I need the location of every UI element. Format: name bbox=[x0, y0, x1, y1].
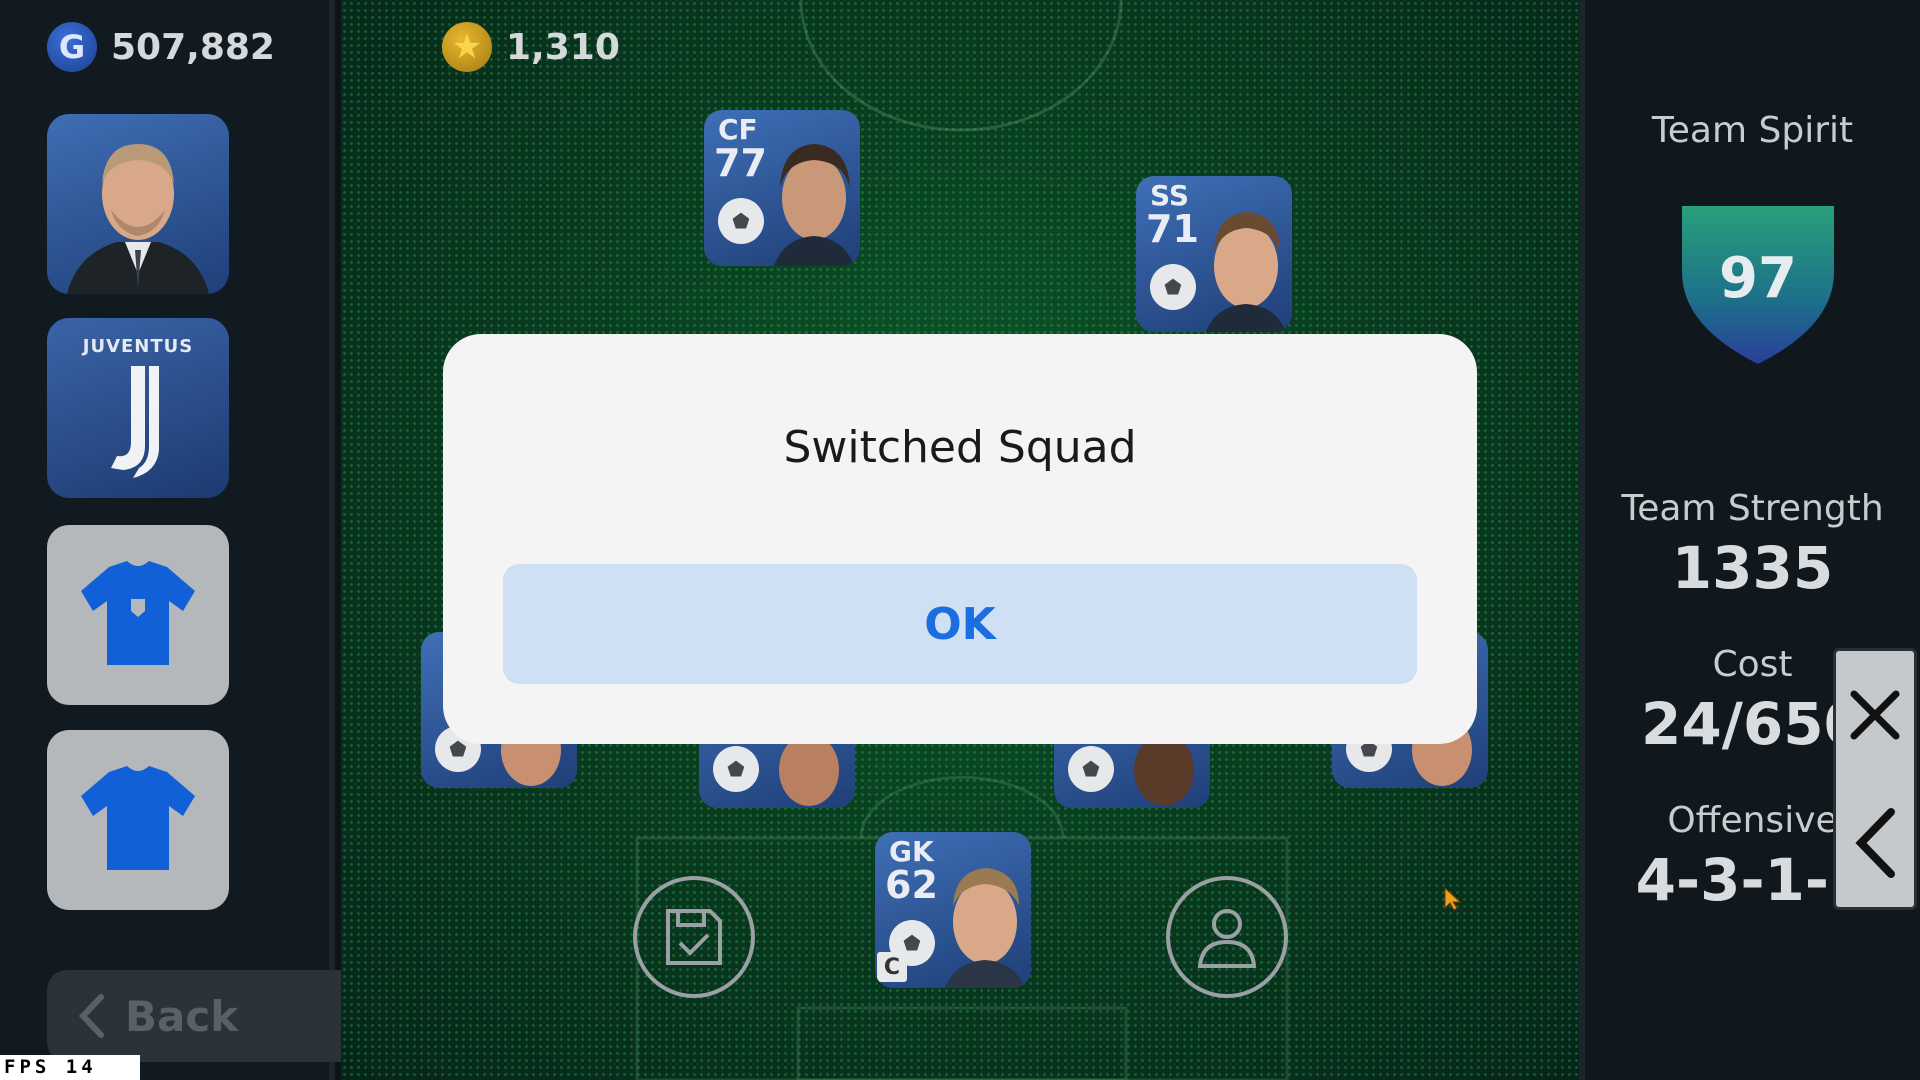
fps-counter: FPS 14 bbox=[0, 1055, 140, 1080]
mouse-cursor-icon bbox=[1444, 886, 1462, 911]
dialog-title: Switched Squad bbox=[783, 422, 1137, 473]
game-screen: G 507,882 JUVENTUS Back ★ 1,310 CF 77 ⬟ … bbox=[0, 0, 1920, 1080]
ok-button[interactable]: OK bbox=[503, 564, 1417, 684]
switched-squad-dialog: Switched Squad OK bbox=[443, 334, 1477, 744]
